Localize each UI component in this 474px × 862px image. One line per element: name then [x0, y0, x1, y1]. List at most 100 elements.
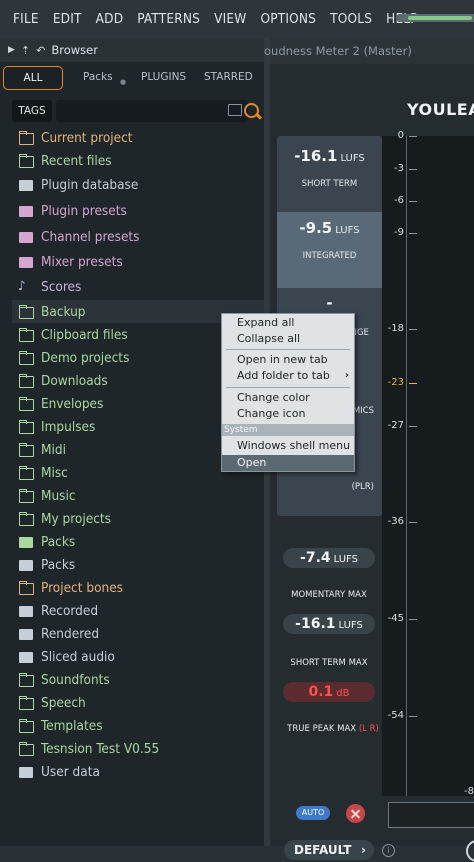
menu-options[interactable]: OPTIONS: [253, 11, 323, 27]
list-item-label: User data: [41, 763, 100, 780]
folder-icon: [18, 350, 34, 365]
menu-item-label: Expand all: [237, 316, 295, 329]
list-item-label: Mixer presets: [41, 253, 123, 270]
tags-button[interactable]: TAGS: [12, 100, 52, 122]
list-item[interactable]: User data: [12, 760, 264, 783]
short-term-label: SHORT TERM: [301, 179, 358, 189]
menu-item-collapse-all[interactable]: Collapse all: [222, 331, 354, 347]
search-icon[interactable]: [244, 103, 259, 118]
list-item-label: Speech: [41, 694, 86, 711]
list-item-label: Scores: [41, 278, 82, 295]
list-item[interactable]: Speech: [12, 691, 264, 714]
target-tick: -23: [382, 377, 417, 388]
search-input[interactable]: [56, 100, 248, 122]
preset-selector[interactable]: DEFAULT ›: [284, 840, 374, 860]
project-bones-icon: [18, 580, 34, 595]
folder-icon: [18, 442, 34, 457]
preset-label: DEFAULT: [294, 843, 352, 857]
list-item[interactable]: Packs: [12, 553, 264, 576]
short-term-max-value: -16.1 LUFS: [283, 614, 375, 634]
menu-file[interactable]: FILE: [0, 11, 46, 27]
menu-patterns[interactable]: PATTERNS: [130, 11, 207, 27]
list-item[interactable]: Recorded: [12, 599, 264, 622]
pin-icon[interactable]: ⇡: [21, 44, 30, 57]
submenu-arrow-icon: ›: [344, 370, 349, 381]
folder-icon: [18, 304, 34, 319]
list-item[interactable]: Music: [12, 484, 264, 507]
ring-icon[interactable]: [466, 840, 474, 862]
channel-icon: [18, 230, 34, 244]
true-peak-unit: dB: [336, 688, 350, 699]
list-item[interactable]: Mixer presets: [12, 250, 264, 273]
momentary-max-value: -7.4 LUFS: [283, 548, 375, 568]
list-item-label: Envelopes: [41, 395, 104, 412]
scale-tick: -9: [382, 227, 417, 238]
list-item[interactable]: Project bones: [12, 576, 264, 599]
auto-button[interactable]: AUTO: [296, 806, 330, 820]
menu-view[interactable]: VIEW: [207, 11, 253, 27]
menu-item-change-color[interactable]: Change color: [222, 390, 354, 406]
menu-item-open[interactable]: Open: [222, 455, 354, 471]
tab-all[interactable]: ALL: [3, 66, 63, 90]
folder-icon: [18, 419, 34, 434]
folder-icon: [18, 488, 34, 503]
scale-tick: -6: [382, 195, 417, 206]
folder-icon[interactable]: [228, 104, 242, 116]
list-item[interactable]: ♪ Scores: [12, 275, 264, 298]
menu-add[interactable]: ADD: [89, 11, 131, 27]
tab-plugins[interactable]: PLUGINS: [141, 71, 186, 83]
list-item[interactable]: Tesnsion Test V0.55: [12, 737, 264, 760]
list-item[interactable]: Sliced audio: [12, 645, 264, 668]
menu-bar: FILE EDIT ADD PATTERNS VIEW OPTIONS TOOL…: [0, 0, 474, 38]
list-item-label: Plugin presets: [41, 202, 127, 219]
short-term-value: -16.1: [294, 147, 338, 165]
list-item[interactable]: Soundfonts: [12, 668, 264, 691]
list-item[interactable]: Plugin database: [12, 173, 264, 196]
list-item-label: Packs: [41, 533, 76, 550]
folder-icon: [18, 373, 34, 388]
browser-header[interactable]: ▶ ⇡ ↶ Browser: [0, 38, 264, 62]
list-item[interactable]: Channel presets: [12, 225, 264, 248]
menu-item-expand-all[interactable]: Expand all: [222, 315, 354, 331]
tab-starred[interactable]: STARRED: [204, 71, 253, 83]
menu-item-add-folder-to-tab[interactable]: Add folder to tab ›: [222, 368, 354, 384]
scale-tick: -8: [452, 786, 474, 797]
user-icon: [18, 765, 34, 779]
tab-packs[interactable]: Packs: [83, 71, 113, 83]
plugin-title-bar[interactable]: oudness Meter 2 (Master): [264, 38, 474, 64]
menu-edit[interactable]: EDIT: [46, 11, 89, 27]
back-icon[interactable]: ↶: [36, 44, 45, 57]
plr-label: (PLR): [351, 482, 374, 492]
list-item[interactable]: Recent files: [12, 149, 264, 172]
menu-item-label: Collapse all: [237, 332, 301, 345]
slot-box[interactable]: [388, 802, 474, 828]
short-term-stat: -16.1 LUFS SHORT TERM: [277, 146, 382, 212]
list-item[interactable]: Rendered: [12, 622, 264, 645]
tab-dot-icon: ●: [120, 78, 127, 86]
list-item[interactable]: Current project: [12, 126, 264, 149]
render-icon: [18, 627, 34, 641]
list-item[interactable]: My projects: [12, 507, 264, 530]
menu-item-change-icon[interactable]: Change icon: [222, 406, 354, 422]
list-item[interactable]: Plugin presets: [12, 199, 264, 222]
list-item[interactable]: Templates: [12, 714, 264, 737]
menu-tools[interactable]: TOOLS: [323, 11, 379, 27]
reset-close-icon[interactable]: [346, 804, 365, 823]
menu-item-windows-shell-menu[interactable]: Windows shell menu: [222, 438, 354, 454]
true-peak-max-value[interactable]: 0.1 dB: [283, 682, 375, 702]
list-item[interactable]: Packs: [12, 530, 264, 553]
menu-section-system: System: [222, 424, 354, 436]
list-item-label: Channel presets: [41, 228, 140, 245]
folder-icon: [18, 396, 34, 411]
list-item-label: Recent files: [41, 152, 112, 169]
list-item-label: Impulses: [41, 418, 96, 435]
expand-arrow-icon[interactable]: ▶: [8, 45, 15, 55]
plugin-title: oudness Meter 2 (Master): [264, 44, 412, 58]
scale-tick: -27: [382, 420, 417, 431]
scale-tick: -45: [382, 613, 417, 624]
list-item-label: Sliced audio: [41, 648, 115, 665]
list-item-label: Tesnsion Test V0.55: [41, 740, 160, 757]
list-item-label: Midi: [41, 441, 66, 458]
folder-icon: [18, 465, 34, 480]
menu-item-open-new-tab[interactable]: Open in new tab: [222, 352, 354, 368]
